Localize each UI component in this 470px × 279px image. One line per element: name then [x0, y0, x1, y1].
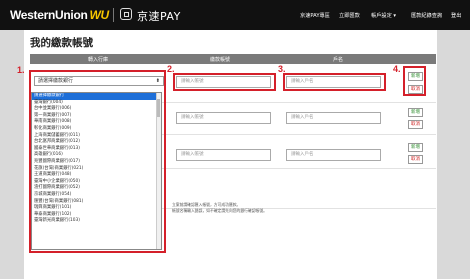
page-title: 我的繳款帳號: [30, 37, 93, 49]
nav-pay-zone[interactable]: 京速PAY專區: [300, 12, 330, 19]
account-input[interactable]: 請輸入帳號: [176, 112, 271, 124]
annotation-label-4: 4.: [393, 64, 401, 74]
col-account: 繳款帳號: [210, 57, 231, 63]
highlight-box-account: [173, 73, 276, 91]
western-union-logo[interactable]: WesternUnion WU: [10, 8, 109, 22]
cancel-button[interactable]: 取消: [408, 120, 423, 129]
cancel-button[interactable]: 取消: [408, 155, 423, 164]
highlight-box-buttons: [403, 66, 426, 96]
annotation-label-1: 1.: [17, 65, 25, 75]
pay-logo-icon: [120, 8, 132, 20]
name-input[interactable]: 請輸入戶名: [286, 112, 381, 124]
pay-brand-text: 京速PAY: [137, 10, 181, 23]
nav-logout[interactable]: 登出: [451, 12, 461, 19]
col-bank: 轉入行庫: [88, 57, 109, 63]
table-header: 轉入行庫 繳款帳號 戶名: [30, 54, 436, 64]
brand-divider: [113, 8, 114, 22]
add-button[interactable]: 新增: [408, 143, 423, 152]
logo-text: WesternUnion: [10, 8, 88, 22]
account-input[interactable]: 請輸入帳號: [176, 149, 271, 161]
top-nav-bar: WesternUnion WU 京速PAY 京速PAY專區 立即匯款 帳戶設定 ▾…: [0, 0, 470, 30]
highlight-box-bank: [29, 70, 166, 253]
col-name: 戶名: [333, 57, 344, 63]
nav-remit-history[interactable]: 匯款紀錄查詢: [411, 12, 442, 19]
annotation-label-2: 2.: [167, 64, 175, 74]
add-button[interactable]: 新增: [408, 108, 423, 117]
nav-remit-now[interactable]: 立即匯款: [339, 12, 360, 19]
footnote-2: 帳號名稱輸入錯誤，如不確定請先向您的銀行確認帳號。: [172, 208, 267, 213]
nav-account-settings[interactable]: 帳戶設定 ▾: [371, 12, 396, 19]
highlight-box-name: [283, 73, 386, 91]
wu-mark: WU: [89, 8, 110, 22]
annotation-label-3: 3.: [278, 64, 286, 74]
name-input[interactable]: 請輸入戶名: [286, 149, 381, 161]
